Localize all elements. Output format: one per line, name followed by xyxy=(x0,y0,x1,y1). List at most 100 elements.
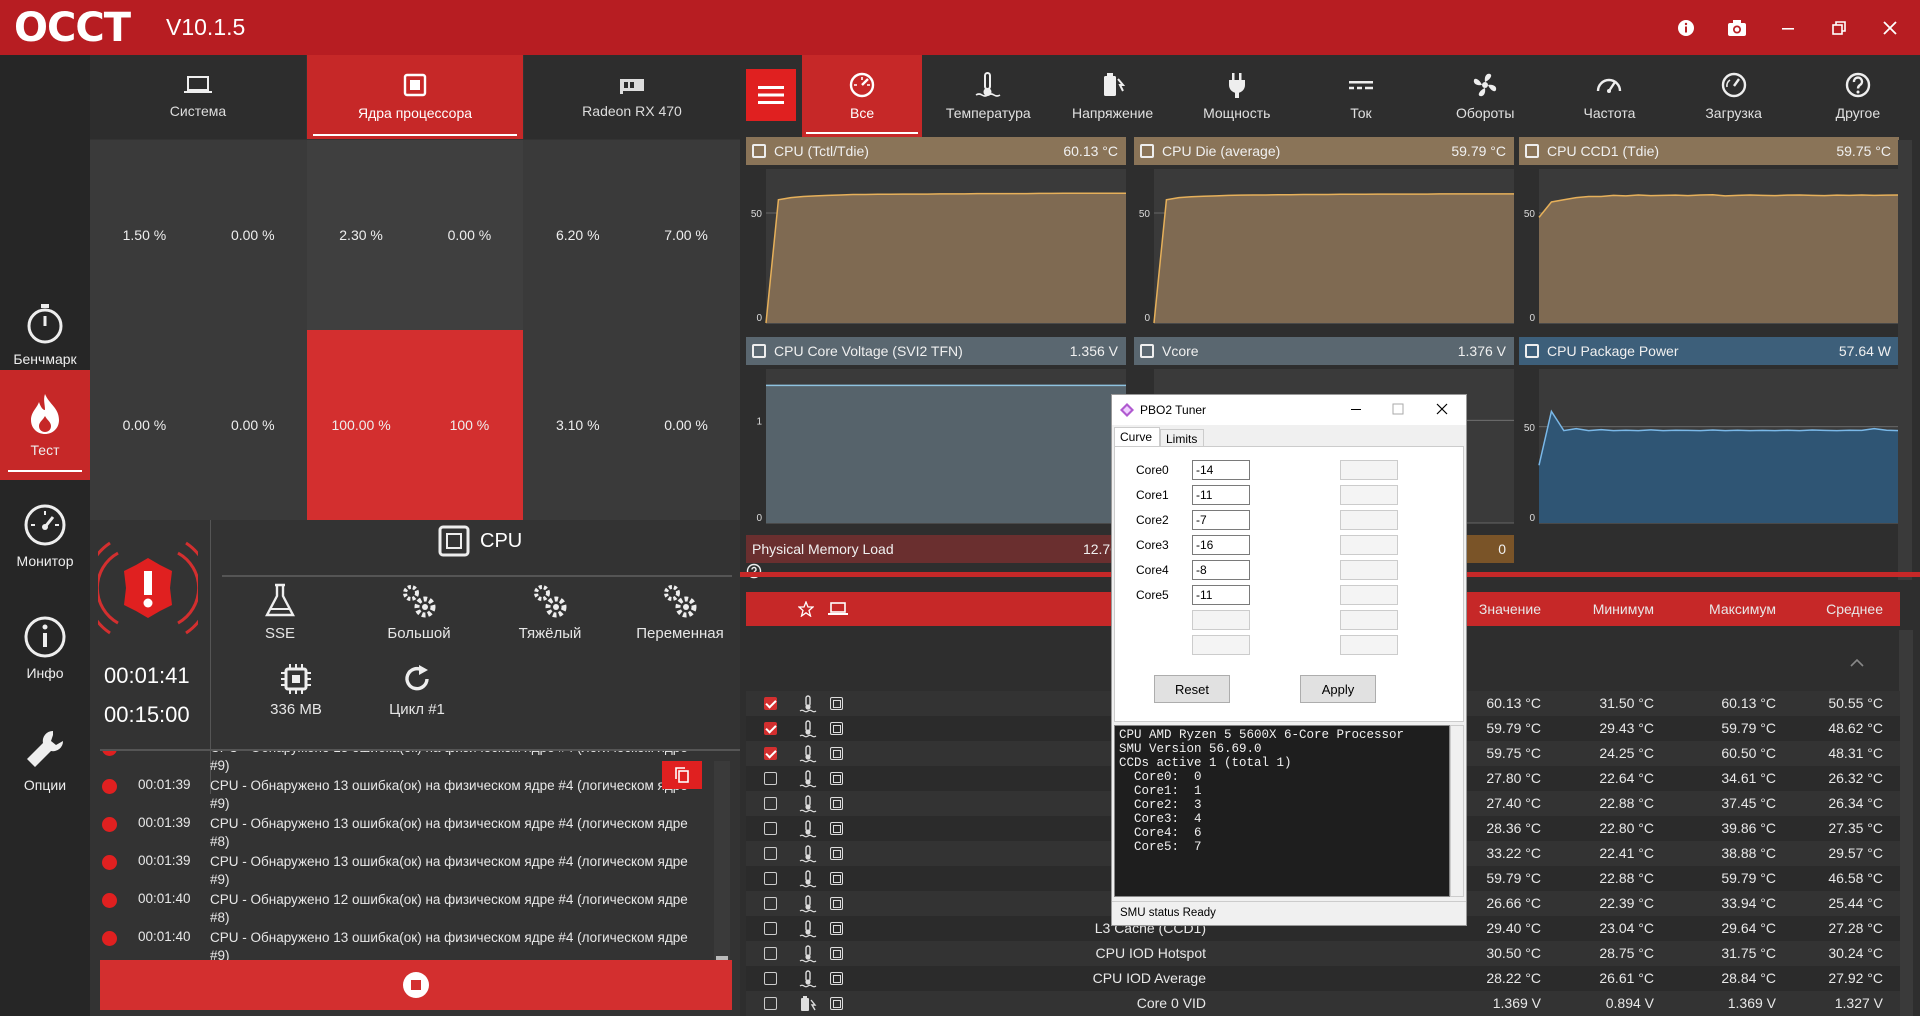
gpu-icon xyxy=(620,79,644,94)
sensor-chart[interactable]: CPU Die (average) 59.79 °C 50 0 xyxy=(1134,137,1514,329)
option-heavy[interactable]: Тяжёлый xyxy=(480,583,620,642)
tab-sensor-5[interactable]: Обороты xyxy=(1423,55,1547,137)
sensor-icon xyxy=(830,772,843,785)
tab-sensor-1[interactable]: Температура xyxy=(926,55,1050,137)
laptop-icon[interactable] xyxy=(828,602,848,619)
camera-icon[interactable] xyxy=(1723,14,1751,42)
row-checkbox[interactable] xyxy=(764,722,777,735)
row-checkbox[interactable] xyxy=(764,947,777,960)
sensor-max: 60.50 °C xyxy=(1721,745,1776,761)
tab-label: Система xyxy=(169,103,227,119)
tab-cpu-cores[interactable]: Ядра процессора xyxy=(307,55,523,139)
chart-header: CPU CCD1 (Tdie) 59.75 °C xyxy=(1519,137,1899,165)
core-load-cell: 1.50 % xyxy=(90,140,199,330)
minimize-icon[interactable] xyxy=(1774,14,1802,42)
chart-title: Physical Memory Load xyxy=(752,541,894,557)
core-offset-input[interactable]: -16 xyxy=(1192,535,1250,555)
charts-scrollbar[interactable] xyxy=(1898,140,1912,580)
core-offset-input[interactable]: -11 xyxy=(1192,485,1250,505)
sensor-chart[interactable]: Physical Memory Load 12.70 xyxy=(746,535,1126,579)
core-offset-input[interactable]: -7 xyxy=(1192,510,1250,530)
tab-sensor-8[interactable]: Другое xyxy=(1796,55,1920,137)
sensor-chart[interactable]: CPU (Tctl/Tdie) 60.13 °C 50 0 xyxy=(746,137,1126,329)
row-checkbox[interactable] xyxy=(764,747,777,760)
row-checkbox[interactable] xyxy=(764,872,777,885)
core-offset-input-disabled xyxy=(1340,610,1398,630)
close-icon[interactable] xyxy=(1436,402,1448,418)
core-load-cell: 100 % xyxy=(415,330,524,520)
sensor-icon xyxy=(830,747,843,760)
info-icon[interactable] xyxy=(1672,14,1700,42)
col-max[interactable]: Максимум xyxy=(1686,601,1776,617)
tab-sensor-2[interactable]: Напряжение xyxy=(1050,55,1174,137)
row-checkbox[interactable] xyxy=(764,822,777,835)
memory-setting[interactable]: 336 MB xyxy=(246,663,346,718)
log-scrollbar[interactable] xyxy=(714,761,730,993)
tab-system[interactable]: Система xyxy=(90,55,306,139)
sensor-chart[interactable]: CPU Package Power 57.64 W 50 0 xyxy=(1519,337,1899,529)
chart-header: CPU (Tctl/Tdie) 60.13 °C xyxy=(746,137,1126,165)
core-offset-input[interactable]: -8 xyxy=(1192,560,1250,580)
option-label: Тяжёлый xyxy=(518,625,582,642)
core-offset-input[interactable]: -14 xyxy=(1192,460,1250,480)
stop-test-button[interactable] xyxy=(100,960,732,1010)
tab-curve[interactable]: Curve xyxy=(1114,427,1160,447)
tab-gpu[interactable]: Radeon RX 470 xyxy=(524,55,740,139)
table-row[interactable]: CPU IOD Average 28.22 °C 26.61 °C 28.84 °C 2… xyxy=(746,966,1900,991)
row-checkbox[interactable] xyxy=(764,972,777,985)
star-icon[interactable] xyxy=(797,600,815,620)
log-message: CPU - Обнаружено 13 ошибка(ок) на физиче… xyxy=(210,778,688,811)
load-icon xyxy=(1721,72,1746,98)
row-checkbox[interactable] xyxy=(764,897,777,910)
tab-label: Загрузка xyxy=(1705,105,1762,121)
menu-button[interactable] xyxy=(746,69,796,121)
core-offset-input-disabled xyxy=(1340,460,1398,480)
tab-sensor-7[interactable]: Загрузка xyxy=(1672,55,1796,137)
tab-sensor-0[interactable]: Все xyxy=(802,55,923,137)
row-checkbox[interactable] xyxy=(764,847,777,860)
sensor-chart[interactable]: CPU Core Voltage (SVI2 TFN) 1.356 V10 xyxy=(746,337,1126,529)
col-min[interactable]: Минимум xyxy=(1564,601,1654,617)
sensor-chart[interactable]: CPU CCD1 (Tdie) 59.75 °C 50 0 xyxy=(1519,137,1899,329)
restore-icon[interactable] xyxy=(1825,14,1853,42)
close-icon[interactable] xyxy=(1876,14,1904,42)
series-area xyxy=(1154,193,1514,323)
table-row[interactable]: Core 0 VID 1.369 V 0.894 V 1.369 V 1.327 V xyxy=(746,991,1900,1016)
nav-monitor[interactable]: Монитор xyxy=(0,481,90,591)
option-large[interactable]: Большой xyxy=(349,583,489,642)
series-area xyxy=(766,385,1126,523)
tab-sensor-6[interactable]: Частота xyxy=(1547,55,1671,137)
row-checkbox[interactable] xyxy=(764,797,777,810)
tab-label: Ядра процессора xyxy=(357,105,473,121)
minimize-icon[interactable] xyxy=(1350,402,1362,418)
row-checkbox[interactable] xyxy=(764,997,777,1010)
sensor-avg: 48.62 °C xyxy=(1828,720,1883,736)
log-message: CPU - Обнаружено 13 ошибка(ок) на физиче… xyxy=(210,751,688,773)
collapse-chevron-icon[interactable] xyxy=(1850,655,1864,671)
table-row[interactable]: CPU IOD Hotspot 30.50 °C 28.75 °C 31.75 °C 3… xyxy=(746,941,1900,966)
option-variable[interactable]: Переменная xyxy=(615,583,745,642)
option-sse[interactable]: SSE xyxy=(220,583,340,642)
nav-test[interactable]: Тест xyxy=(0,370,90,480)
core-offset-input-disabled xyxy=(1340,585,1398,605)
tab-sensor-3[interactable]: Мощность xyxy=(1175,55,1299,137)
cycle-setting[interactable]: Цикл #1 xyxy=(362,663,472,718)
apply-button[interactable]: Apply xyxy=(1300,675,1376,703)
console-scrollbar[interactable] xyxy=(1450,725,1464,897)
row-checkbox[interactable] xyxy=(764,772,777,785)
nav-info[interactable]: Инфо xyxy=(0,593,90,703)
sensor-avg: 48.31 °C xyxy=(1828,745,1883,761)
sensor-min: 24.25 °C xyxy=(1599,745,1654,761)
row-checkbox[interactable] xyxy=(764,922,777,935)
log-message: CPU - Обнаружено 12 ошибка(ок) на физиче… xyxy=(210,892,688,925)
reset-button[interactable]: Reset xyxy=(1154,675,1230,703)
series-area xyxy=(1539,194,1899,323)
copy-log-button[interactable] xyxy=(662,761,702,789)
row-checkbox[interactable] xyxy=(764,697,777,710)
col-avg[interactable]: Среднее xyxy=(1793,601,1883,617)
table-scrollbar[interactable] xyxy=(1899,630,1913,1016)
tab-sensor-4[interactable]: Ток xyxy=(1299,55,1423,137)
sensor-avg: 27.92 °C xyxy=(1828,970,1883,986)
core-offset-input[interactable]: -11 xyxy=(1192,585,1250,605)
tab-limits[interactable]: Limits xyxy=(1160,429,1204,447)
